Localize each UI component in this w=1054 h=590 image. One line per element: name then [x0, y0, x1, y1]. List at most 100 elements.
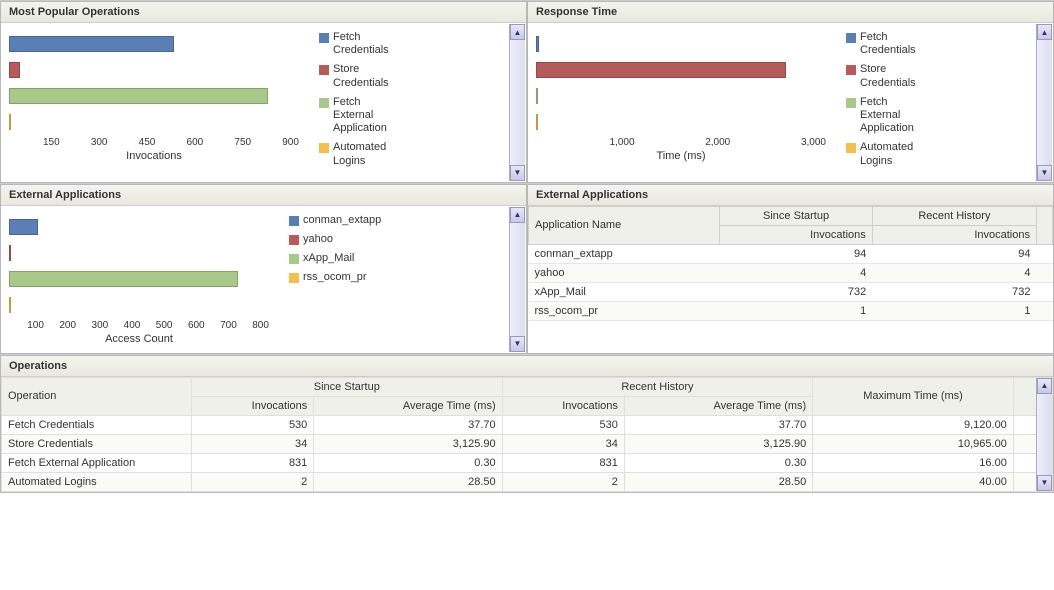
scroll-up-icon[interactable]: ▲	[510, 207, 525, 223]
col-operation[interactable]: Operation	[2, 377, 192, 415]
tick-label: 3,000	[801, 137, 826, 148]
legend-swatch	[846, 98, 856, 108]
table-row[interactable]: rss_ocom_pr11	[529, 301, 1053, 320]
tick-label: 600	[187, 137, 204, 148]
bar	[9, 36, 174, 52]
cell-app-name: xApp_Mail	[529, 282, 720, 301]
bar	[9, 245, 11, 261]
legend-swatch	[289, 254, 299, 264]
bar	[536, 62, 786, 78]
cell-recent-inv: 94	[872, 244, 1036, 263]
tick-label: 600	[188, 320, 205, 331]
table-row[interactable]: xApp_Mail732732	[529, 282, 1053, 301]
legend-item: FetchExternalApplication	[846, 96, 916, 136]
table-row[interactable]: Automated Logins228.50228.5040.00	[2, 472, 1053, 491]
scroll-down-icon[interactable]: ▼	[510, 165, 525, 181]
cell-max-time: 10,965.00	[813, 434, 1014, 453]
cell-recent-inv: 530	[502, 415, 624, 434]
col-avg-time[interactable]: Average Time (ms)	[314, 396, 502, 415]
col-since-startup[interactable]: Since Startup	[192, 377, 503, 396]
scroll-up-icon[interactable]: ▲	[1037, 24, 1052, 40]
external-apps-table-panel: External Applications Application Name S…	[527, 184, 1054, 354]
tick-label: 900	[282, 137, 299, 148]
col-recent-history[interactable]: Recent History	[502, 377, 813, 396]
legend-item: FetchCredentials	[846, 31, 916, 57]
cell-recent-inv: 2	[502, 472, 624, 491]
col-max-time[interactable]: Maximum Time (ms)	[813, 377, 1014, 415]
scroll-down-icon[interactable]: ▼	[510, 336, 525, 352]
cell-startup-inv: 2	[192, 472, 314, 491]
legend-label: rss_ocom_pr	[303, 271, 367, 284]
legend-swatch	[846, 33, 856, 43]
cell-startup-inv: 4	[720, 263, 872, 282]
cell-recent-avg: 37.70	[624, 415, 812, 434]
table-row[interactable]: yahoo44	[529, 263, 1053, 282]
response-time-chart: 1,0002,0003,000 Time (ms)	[536, 31, 826, 174]
tick-label: 300	[92, 320, 109, 331]
external-apps-table: Application Name Since Startup Recent Hi…	[528, 206, 1053, 321]
response-time-panel: Response Time 1,0002,0003,000 Time (ms) …	[527, 1, 1054, 183]
col-app-name[interactable]: Application Name	[529, 206, 720, 244]
x-axis-label: Access Count	[9, 333, 269, 345]
legend-label: yahoo	[303, 233, 333, 246]
bar	[536, 36, 539, 52]
table-row[interactable]: Store Credentials343,125.90343,125.9010,…	[2, 434, 1053, 453]
col-recent-history[interactable]: Recent History	[872, 206, 1036, 225]
col-invocations[interactable]: Invocations	[502, 396, 624, 415]
bar	[9, 88, 268, 104]
tick-label: 2,000	[705, 137, 730, 148]
bar	[9, 271, 238, 287]
tick-label: 400	[124, 320, 141, 331]
cell-app-name: conman_extapp	[529, 244, 720, 263]
cell-startup-avg: 0.30	[314, 453, 502, 472]
legend-item: FetchExternalApplication	[319, 96, 389, 136]
cell-operation: Fetch External Application	[2, 453, 192, 472]
scroll-up-icon[interactable]: ▲	[1037, 378, 1052, 394]
scroll-up-icon[interactable]: ▲	[510, 24, 525, 40]
legend-swatch	[319, 143, 329, 153]
cell-operation: Store Credentials	[2, 434, 192, 453]
legend-item: yahoo	[289, 233, 381, 246]
scrollbar[interactable]: ▲ ▼	[1036, 378, 1052, 491]
cell-recent-inv: 34	[502, 434, 624, 453]
legend-item: StoreCredentials	[319, 63, 389, 89]
panel-title: Most Popular Operations	[1, 2, 526, 23]
cell-recent-inv: 4	[872, 263, 1036, 282]
external-apps-chart-panel: External Applications 100200300400500600…	[0, 184, 527, 354]
panel-title: Response Time	[528, 2, 1053, 23]
table-row[interactable]: Fetch Credentials53037.7053037.709,120.0…	[2, 415, 1053, 434]
scroll-down-icon[interactable]: ▼	[1037, 475, 1052, 491]
legend-swatch	[846, 65, 856, 75]
col-invocations[interactable]: Invocations	[872, 225, 1036, 244]
col-invocations[interactable]: Invocations	[192, 396, 314, 415]
panel-title: External Applications	[528, 185, 1053, 206]
x-axis-label: Time (ms)	[536, 150, 826, 162]
legend-label: xApp_Mail	[303, 252, 354, 265]
cell-operation: Fetch Credentials	[2, 415, 192, 434]
col-since-startup[interactable]: Since Startup	[720, 206, 872, 225]
col-avg-time[interactable]: Average Time (ms)	[624, 396, 812, 415]
cell-recent-inv: 732	[872, 282, 1036, 301]
legend-label: StoreCredentials	[333, 63, 389, 89]
operations-panel: Operations Operation Since Startup Recen…	[0, 355, 1054, 493]
bar	[9, 297, 11, 313]
x-axis-label: Invocations	[9, 150, 299, 162]
cell-recent-inv: 1	[872, 301, 1036, 320]
scrollbar[interactable]: ▲ ▼	[509, 207, 525, 352]
legend-swatch	[289, 273, 299, 283]
popular-operations-panel: Most Popular Operations 1503004506007509…	[0, 1, 527, 183]
table-row[interactable]: conman_extapp9494	[529, 244, 1053, 263]
tick-label: 200	[59, 320, 76, 331]
legend-label: FetchExternalApplication	[333, 96, 387, 136]
tick-label: 800	[252, 320, 269, 331]
legend-swatch	[289, 235, 299, 245]
scroll-down-icon[interactable]: ▼	[1037, 165, 1052, 181]
cell-max-time: 9,120.00	[813, 415, 1014, 434]
table-row[interactable]: Fetch External Application8310.308310.30…	[2, 453, 1053, 472]
cell-max-time: 16.00	[813, 453, 1014, 472]
scrollbar[interactable]: ▲ ▼	[1036, 24, 1052, 181]
scrollbar[interactable]: ▲ ▼	[509, 24, 525, 181]
legend-label: FetchExternalApplication	[860, 96, 914, 136]
cell-recent-avg: 0.30	[624, 453, 812, 472]
col-invocations[interactable]: Invocations	[720, 225, 872, 244]
